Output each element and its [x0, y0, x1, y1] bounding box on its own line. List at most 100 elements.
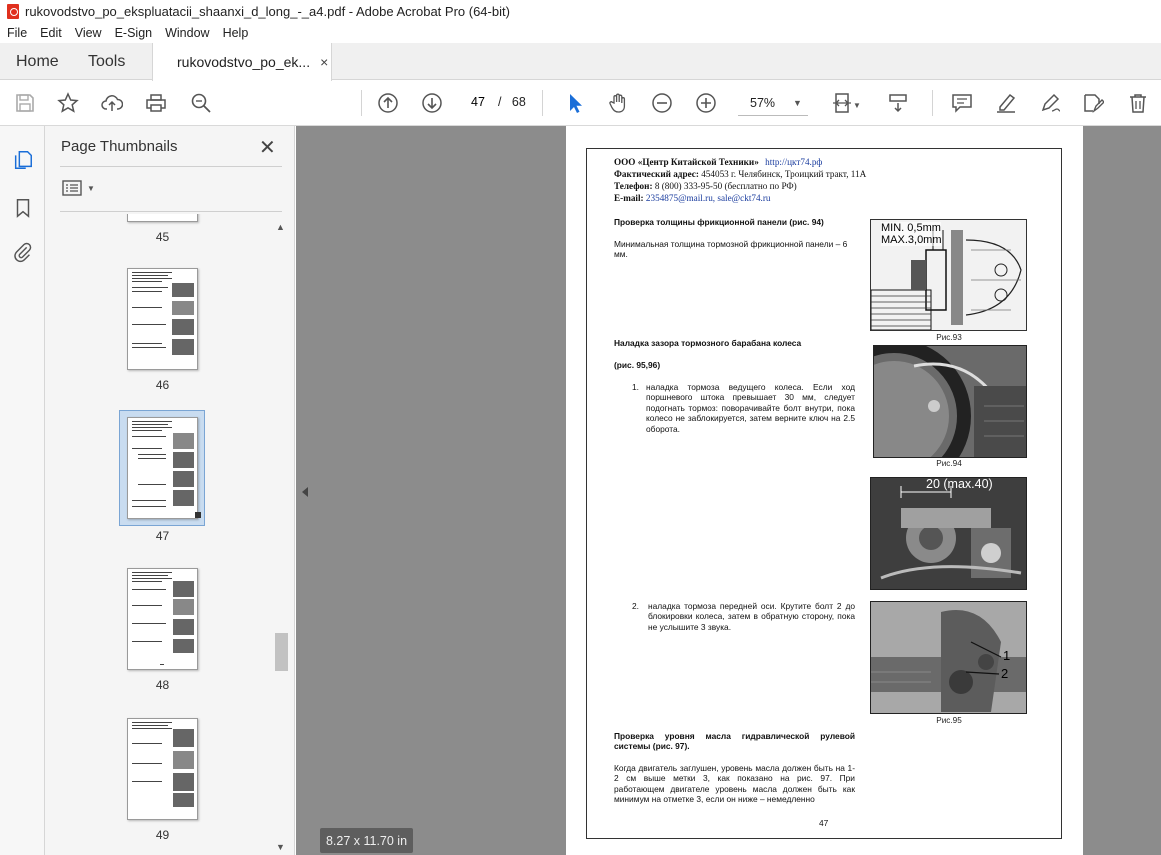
- figure-95-label-2: 2: [1001, 666, 1009, 681]
- toolbar-separator: [932, 90, 933, 116]
- figure-95-caption: Рис.95: [936, 716, 962, 725]
- page-size-indicator: 8.27 x 11.70 in: [320, 828, 413, 853]
- phone-line: Телефон: 8 (800) 333-95-50 (бесплатно по…: [614, 180, 797, 193]
- figure-93-drawing: MIN. 0,5mm MAX.3,0mm: [870, 219, 1027, 331]
- fill-sign-icon[interactable]: [1081, 91, 1105, 115]
- next-page-icon[interactable]: [420, 91, 444, 115]
- tab-home[interactable]: Home: [16, 43, 59, 80]
- list-item-1-number: 1.: [632, 382, 639, 392]
- chevron-down-icon[interactable]: ▼: [853, 101, 861, 110]
- email-links[interactable]: 2354875@mail.ru, sale@ckt74.ru: [646, 193, 771, 203]
- company-name: ООО «Центр Китайской Техники»: [614, 157, 759, 167]
- scroll-mode-icon[interactable]: [886, 91, 910, 115]
- menu-help[interactable]: Help: [216, 26, 255, 40]
- tab-document[interactable]: rukovodstvo_po_ek... ×: [152, 43, 332, 81]
- page-number-input[interactable]: [463, 90, 493, 114]
- zoom-level-dropdown[interactable]: 57% ▼: [738, 90, 808, 116]
- tab-bar: Home Tools rukovodstvo_po_ek... ×: [0, 43, 1161, 81]
- collapse-panel-icon[interactable]: [302, 487, 308, 497]
- email-label: E-mail:: [614, 193, 644, 203]
- figure-95-label-1: 1: [1003, 648, 1011, 663]
- zoom-in-icon[interactable]: [694, 91, 718, 115]
- menu-file[interactable]: File: [0, 26, 33, 40]
- zoom-search-icon[interactable]: [189, 91, 213, 115]
- scroll-down-icon[interactable]: ▼: [276, 842, 285, 852]
- thumbnail-scrollbar-thumb[interactable]: [275, 633, 288, 671]
- divider: [60, 211, 282, 212]
- menu-esign[interactable]: E-Sign: [108, 26, 159, 40]
- previous-page-icon[interactable]: [376, 91, 400, 115]
- email-line: E-mail: 2354875@mail.ru, sale@ckt74.ru: [614, 192, 771, 205]
- section-oil-level-text: Когда двигатель заглушен, уровень масла …: [614, 763, 855, 805]
- list-item-1-text: наладка тормоза ведущего колеса. Если хо…: [646, 382, 855, 434]
- thumbnail-page-number: 46: [155, 378, 170, 392]
- left-rail: [0, 126, 45, 855]
- tab-close-button[interactable]: ×: [320, 54, 328, 70]
- menu-bar: File Edit View E-Sign Window Help: [0, 23, 1161, 43]
- print-icon[interactable]: [144, 91, 168, 115]
- tab-document-label: rukovodstvo_po_ek...: [177, 54, 311, 70]
- thumbnail-image: [127, 214, 198, 222]
- figure-93-label-max: MAX.3,0mm: [881, 234, 942, 246]
- thumbnail-options-button[interactable]: ▼: [62, 180, 95, 196]
- menu-view[interactable]: View: [68, 26, 108, 40]
- section-drum-gap-ref: (рис. 95,96): [614, 360, 661, 370]
- company-url-link[interactable]: http://цкт74.рф: [765, 157, 822, 167]
- hand-tool-icon[interactable]: [606, 91, 630, 115]
- section-oil-level-title: Проверка уровня масла гидравлической рул…: [614, 731, 855, 752]
- phone-label: Телефон:: [614, 181, 653, 191]
- thumbnail-page-number: 48: [155, 678, 170, 692]
- page-separator: /: [498, 95, 502, 109]
- chevron-down-icon: ▼: [793, 97, 802, 108]
- bookmarks-icon[interactable]: [11, 196, 35, 220]
- thumbnail-image: [127, 718, 198, 820]
- page-fit-icon[interactable]: [830, 91, 854, 115]
- thumbnail-list: 45 46 47 48 49: [60, 214, 275, 854]
- list-item-2-text: наладка тормоза передней оси. Крутите бо…: [648, 601, 855, 632]
- acrobat-logo-icon: [7, 4, 19, 19]
- figure-93-label-min: MIN. 0,5mm: [881, 222, 941, 234]
- save-icon[interactable]: [13, 91, 37, 115]
- attachments-paperclip-icon[interactable]: [11, 240, 35, 264]
- chevron-down-icon: ▼: [87, 183, 95, 193]
- highlight-pen-icon[interactable]: [994, 91, 1018, 115]
- figure-dimension-label: 20 (max.40): [926, 477, 993, 491]
- select-cursor-icon[interactable]: [563, 91, 587, 115]
- company-line: ООО «Центр Китайской Техники» http://цкт…: [614, 156, 822, 169]
- comment-icon[interactable]: [950, 91, 974, 115]
- menu-window[interactable]: Window: [158, 26, 215, 40]
- thumbnail-image: [127, 268, 198, 370]
- figure-93-caption: Рис.93: [936, 333, 962, 342]
- page-total-value: 68: [511, 95, 526, 109]
- section-friction-text: Минимальная толщина тормозной фрикционно…: [614, 239, 848, 260]
- tab-tools[interactable]: Tools: [88, 43, 125, 80]
- thumbnail-image: [127, 417, 198, 519]
- scroll-up-icon[interactable]: ▲: [276, 222, 285, 232]
- toolbar-separator: [361, 90, 362, 116]
- delete-trash-icon[interactable]: [1126, 91, 1150, 115]
- divider: [60, 166, 282, 167]
- cloud-upload-icon[interactable]: [100, 91, 124, 115]
- thumbnail-resize-handle[interactable]: [195, 512, 201, 518]
- figure-95-photo: 1 2: [870, 601, 1027, 714]
- thumbnail-page-number: 49: [155, 828, 170, 842]
- menu-edit[interactable]: Edit: [33, 26, 68, 40]
- bookmark-star-icon[interactable]: [56, 91, 80, 115]
- page-count: / 68: [498, 95, 526, 109]
- toolbar-separator: [542, 90, 543, 116]
- figure-94-photo: [873, 345, 1027, 458]
- zoom-value: 57%: [750, 95, 776, 110]
- toolbar: [0, 81, 1161, 126]
- page-thumbnails-icon[interactable]: [11, 148, 35, 172]
- address-value: 454053 г. Челябинск, Троицкий тракт, 11А: [701, 169, 867, 179]
- list-item-2-number: 2.: [632, 601, 639, 611]
- sign-pen-icon[interactable]: [1038, 91, 1062, 115]
- panel-close-button[interactable]: ✕: [259, 135, 276, 160]
- section-friction-title: Проверка толщины фрикционной панели (рис…: [614, 217, 824, 227]
- thumbnail-image: [127, 568, 198, 670]
- section-drum-gap-title: Наладка зазора тормозного барабана колес…: [614, 338, 802, 348]
- phone-value: 8 (800) 333-95-50 (бесплатно по РФ): [654, 181, 797, 191]
- page-footer-number: 47: [819, 818, 829, 828]
- address-label: Фактический адрес:: [614, 169, 699, 179]
- zoom-out-icon[interactable]: [650, 91, 674, 115]
